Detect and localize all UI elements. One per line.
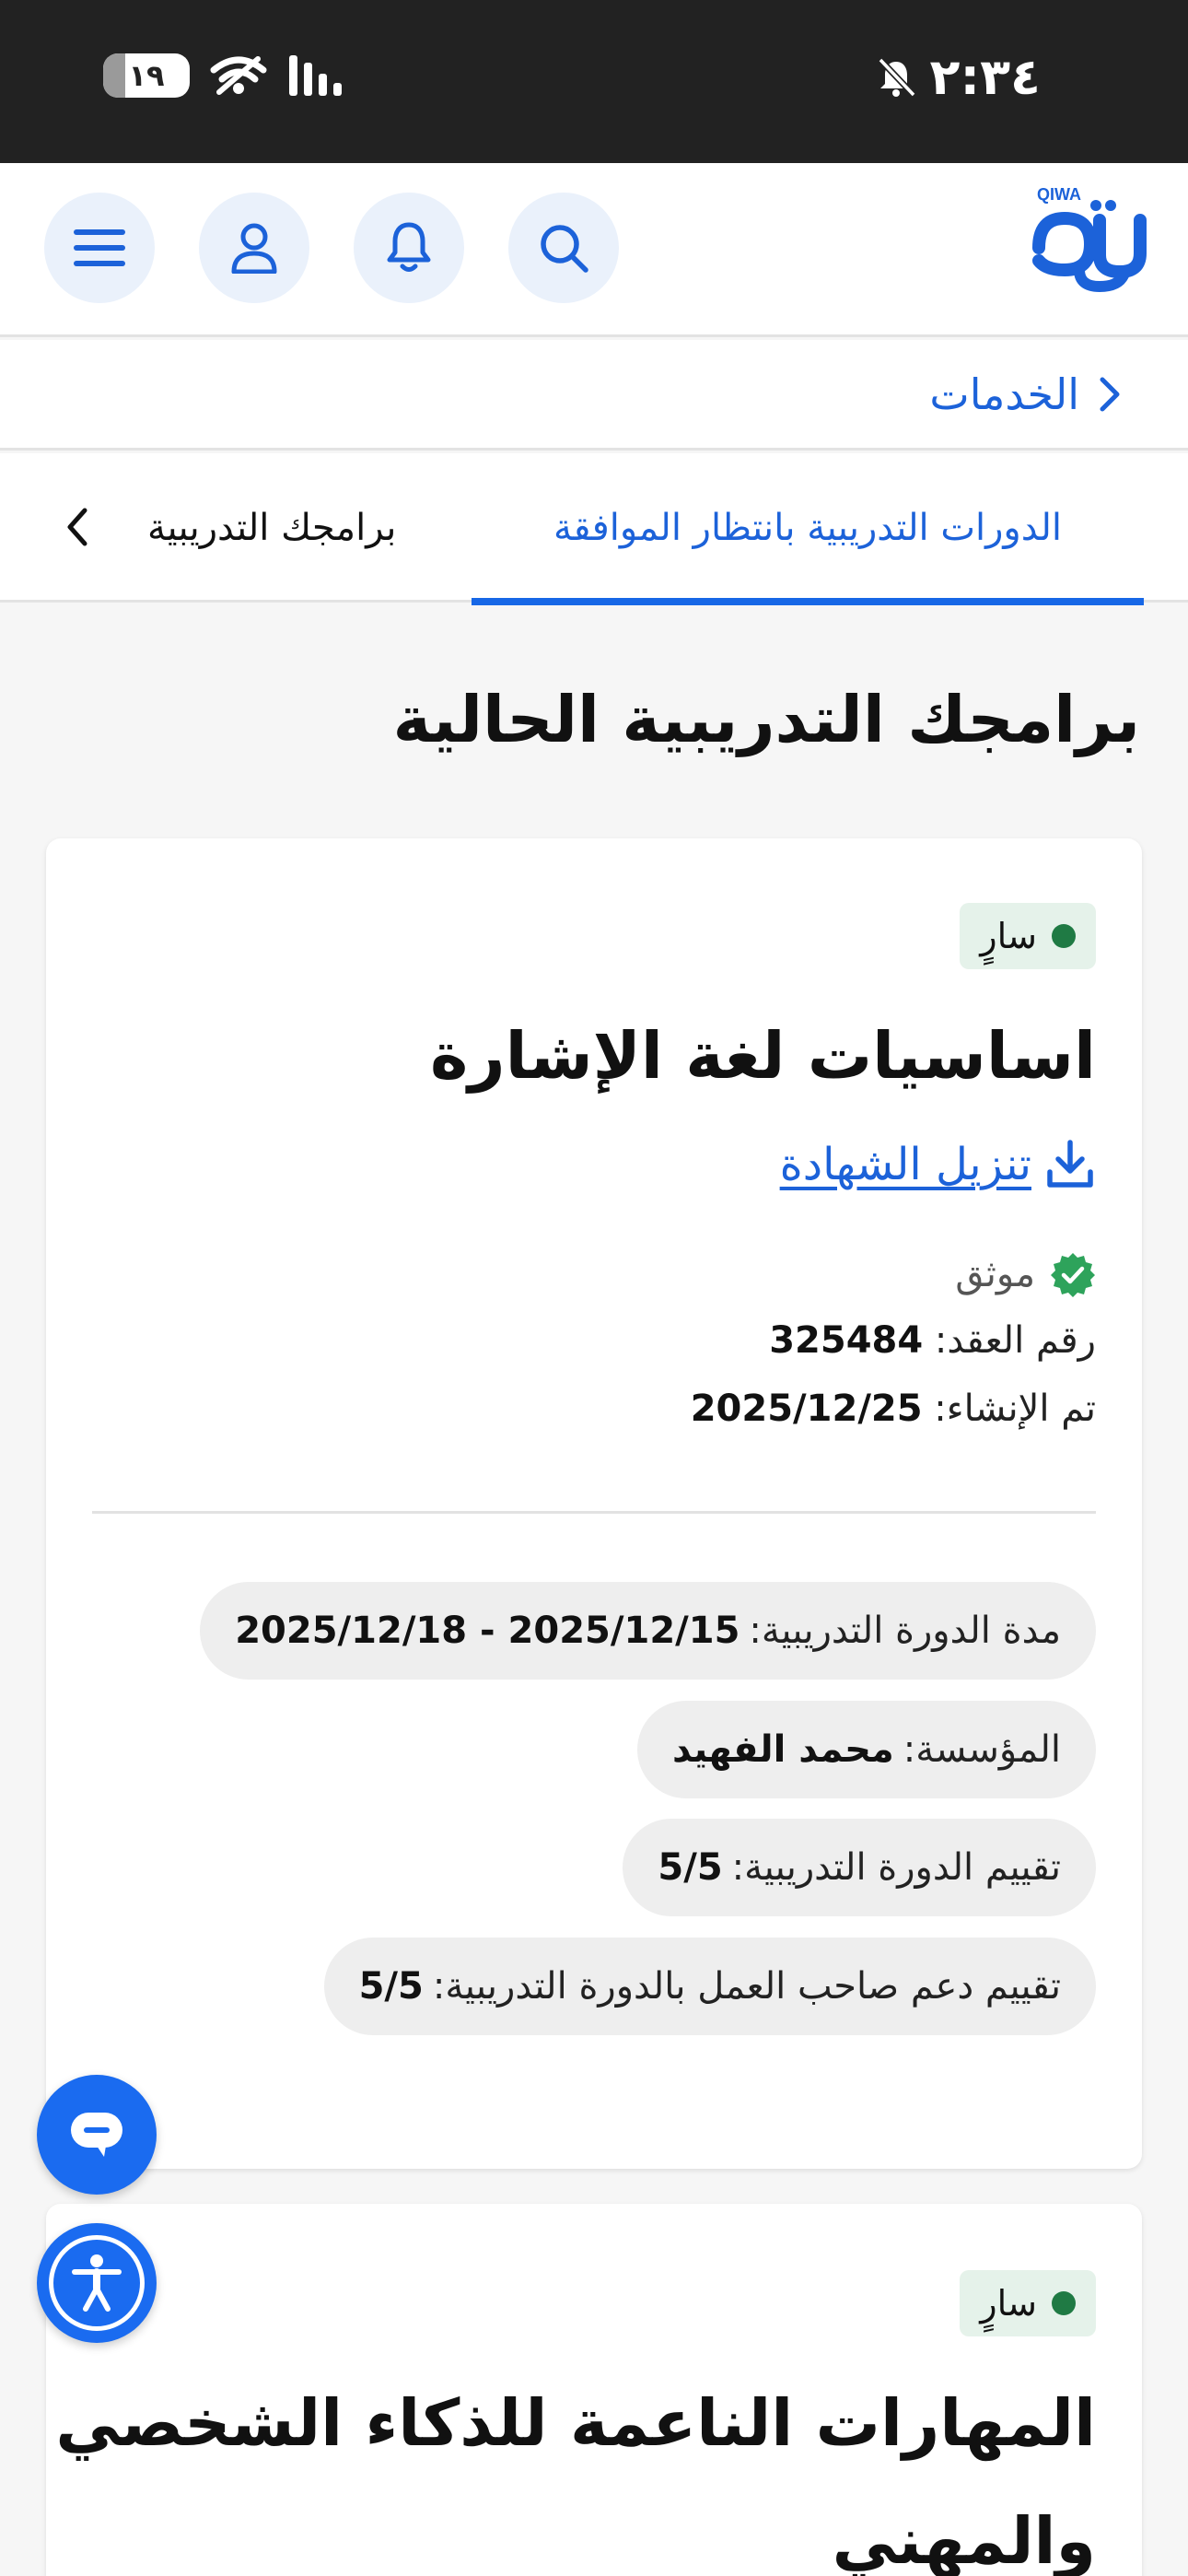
chevron-right-icon [1100, 377, 1120, 411]
app-header: QIWA [0, 163, 1188, 337]
battery-icon: ١٩ [103, 53, 190, 98]
qiwa-logo[interactable]: QIWA [1011, 183, 1149, 294]
organization: المؤسسة: محمد الفهيد [636, 1701, 1096, 1798]
profile-button[interactable] [199, 193, 309, 303]
course-card: سارٍ اساسيات لغة الإشارة تنزيل الشهادة م… [46, 838, 1142, 2169]
user-icon [231, 223, 277, 274]
contract-number: رقم العقد: 325484 [769, 1319, 1096, 1362]
employer-support-rating: تقييم دعم صاحب العمل بالدورة التدريبية: … [323, 1938, 1096, 2035]
bell-icon [387, 222, 431, 272]
course-card: سارٍ المهارات الناعمة للذكاء الشخصي والم… [46, 2204, 1142, 2576]
status-dot [1052, 2291, 1076, 2315]
search-button[interactable] [508, 193, 619, 303]
signal-icon [289, 55, 342, 96]
breadcrumb[interactable]: الخدمات [0, 340, 1188, 451]
tab-pending-courses[interactable]: الدورات التدريبية بانتظار الموافقة [472, 453, 1144, 605]
card-divider [92, 1511, 1096, 1514]
created-date: تم الإنشاء: 2025/12/25 [690, 1388, 1096, 1430]
status-icons: ١٩ [103, 53, 352, 98]
menu-button[interactable] [44, 193, 155, 303]
wifi-icon [210, 56, 267, 95]
tabs-bar: الدورات التدريبية بانتظار الموافقة برامج… [0, 453, 1188, 605]
tab-my-programs[interactable]: برامجك التدريبية [147, 453, 396, 603]
muted-bell-icon [877, 57, 916, 97]
chat-bubble-icon [71, 2113, 122, 2157]
notifications-button[interactable] [354, 193, 464, 303]
accessibility-icon [72, 2254, 122, 2312]
download-certificate-link[interactable]: تنزيل الشهادة [780, 1139, 1096, 1190]
chat-button[interactable] [37, 2075, 157, 2195]
course-title: اساسيات لغة الإشارة [429, 1018, 1096, 1094]
tabs-scroll-left-button[interactable] [50, 499, 105, 555]
download-icon [1047, 1140, 1093, 1188]
status-badge: سارٍ [960, 903, 1096, 969]
verified-indicator: موثق [955, 1251, 1096, 1297]
course-title: المهارات الناعمة للذكاء الشخصي والمهني [55, 2385, 1096, 2576]
course-rating: تقييم الدورة التدريبية: 5/5 [623, 1819, 1096, 1916]
course-duration: مدة الدورة التدريبية: 2025/12/15 - 2025/… [200, 1582, 1096, 1680]
menu-icon [74, 229, 125, 266]
svg-text:QIWA: QIWA [1037, 185, 1081, 204]
breadcrumb-services-link[interactable]: الخدمات [929, 369, 1079, 419]
clock: ٢:٣٤ [929, 48, 1041, 106]
page-title: برامجك التدريبية الحالية [392, 682, 1140, 757]
status-bar: ١٩ ٢:٣٤ [0, 0, 1188, 163]
battery-level: ١٩ [128, 58, 165, 93]
status-dot [1052, 924, 1076, 948]
verified-badge-icon [1051, 1253, 1095, 1297]
status-badge: سارٍ [960, 2270, 1096, 2336]
accessibility-button[interactable] [37, 2223, 157, 2343]
search-icon [541, 225, 588, 273]
status-time-area: ٢:٣٤ [875, 48, 1041, 106]
chevron-left-icon [67, 508, 87, 546]
